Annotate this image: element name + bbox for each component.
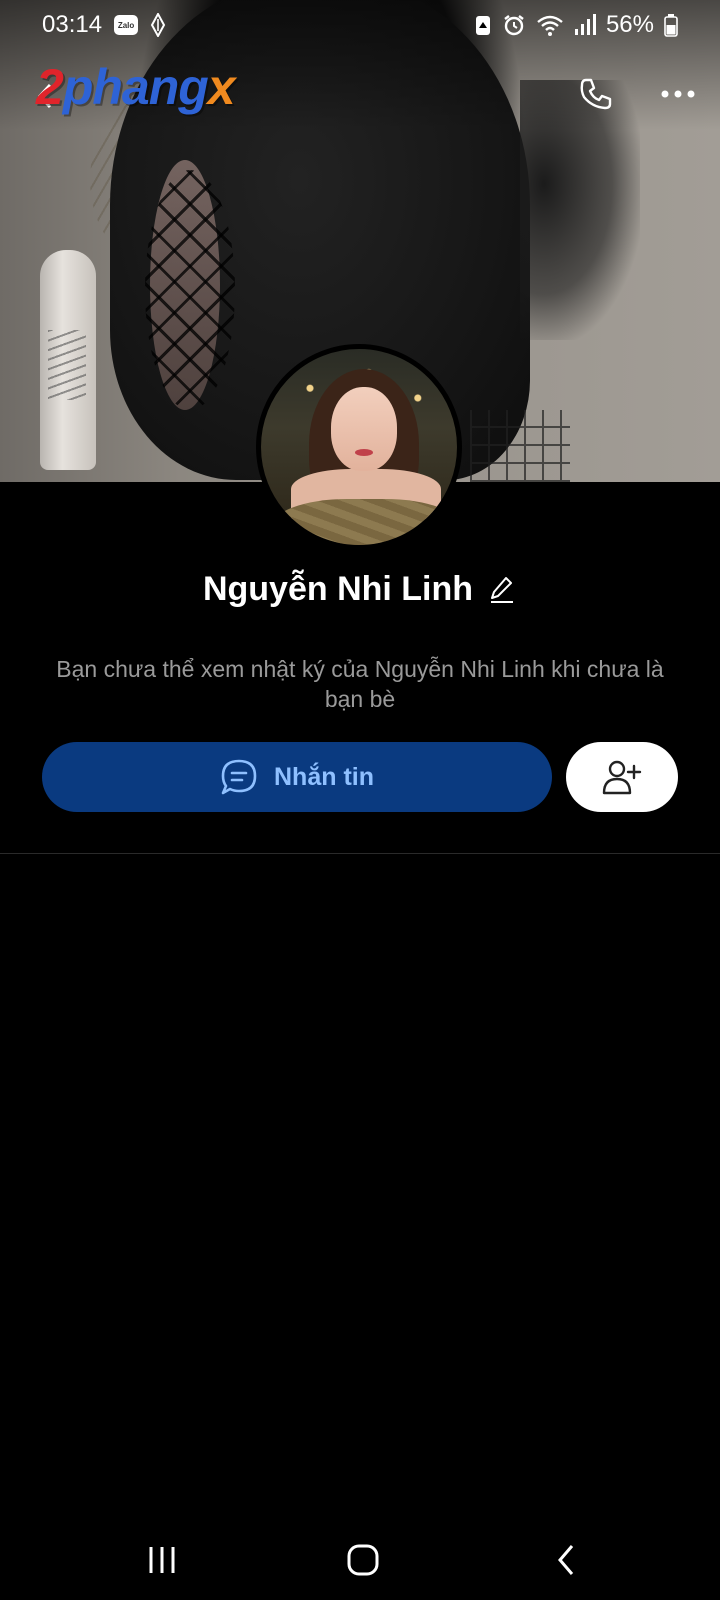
more-horizontal-icon [661,90,695,98]
pencil-icon [491,577,514,603]
profile-name-row: Nguyễn Nhi Linh [0,564,720,614]
battery-icon [664,13,678,37]
avatar-lips [355,449,373,456]
wifi-icon [536,13,564,37]
more-options-button[interactable] [656,72,700,116]
messenger-notification-icon [150,13,166,37]
cover-bottle-decor [40,250,96,470]
status-bar: 03:14 Zalo 56% [0,0,720,50]
cover-figure-lace [145,170,235,410]
privacy-notice: Bạn chưa thể xem nhật ký của Nguyễn Nhi … [56,656,664,712]
profile-avatar[interactable] [256,344,462,550]
signal-icon [574,13,596,37]
watermark-logo: 2phangx [36,58,236,116]
send-message-button[interactable]: Nhắn tin [42,742,552,812]
avatar-dress [271,499,457,545]
add-user-icon [602,760,642,795]
phone-icon [580,78,612,110]
nav-back-icon [558,1545,574,1575]
profile-name: Nguyễn Nhi Linh [202,569,474,608]
zalo-notification-icon: Zalo [114,15,139,35]
recycle-icon [474,13,492,37]
recent-apps-icon [149,1547,175,1573]
alarm-icon [502,13,526,37]
edit-name-button[interactable] [487,574,517,604]
status-time: 03:14 [42,11,103,38]
call-button[interactable] [574,72,618,116]
home-icon [347,1544,379,1576]
logo-part-2: phang [62,59,209,115]
battery-percent: 56% [605,11,654,38]
recent-apps-button[interactable] [132,1530,192,1590]
send-message-label: Nhắn tin [274,762,374,791]
home-button[interactable] [333,1530,393,1590]
logo-part-3: x [207,59,236,115]
add-friend-button[interactable] [566,742,678,812]
cover-grid-decor [470,410,570,482]
system-nav-bar [0,1530,720,1590]
top-bar: 2phangx [0,56,720,126]
section-divider [0,853,720,854]
nav-back-button[interactable] [536,1530,596,1590]
avatar-face [331,387,397,471]
chat-bubble-icon [221,759,257,795]
logo-part-1: 2 [36,59,64,115]
